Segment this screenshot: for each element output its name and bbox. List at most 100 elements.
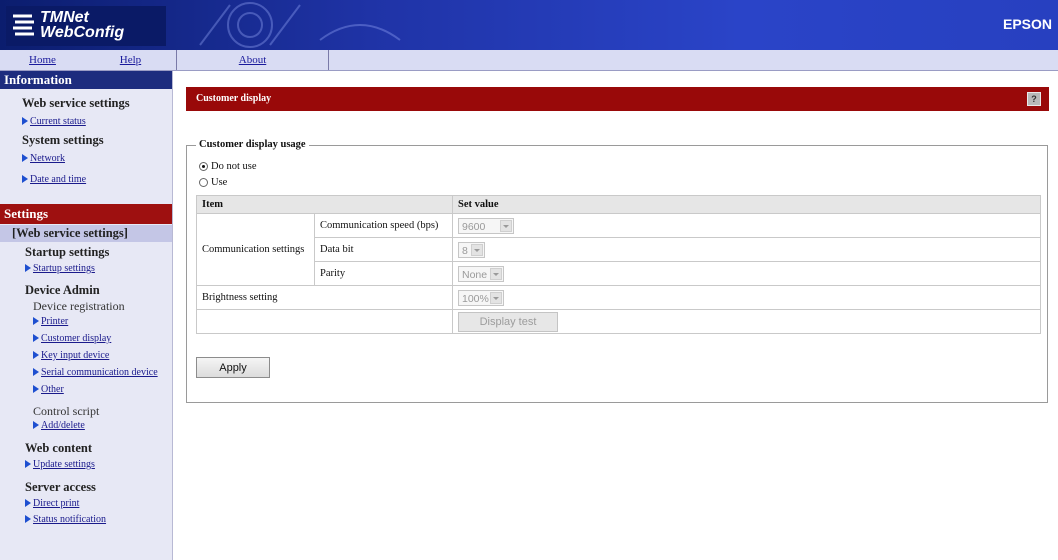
sidebar-server-access-heading: Server access (25, 480, 96, 494)
sidebar: Information Web service settings Current… (0, 71, 173, 560)
arrow-right-icon (25, 515, 31, 523)
arrow-right-icon (33, 421, 39, 429)
help-icon[interactable]: ? (1027, 92, 1041, 106)
arrow-right-icon (33, 385, 39, 393)
page-title-bar: Customer display ? (186, 87, 1049, 111)
arrow-right-icon (25, 264, 31, 272)
radio-do-not-use-row[interactable]: Do not use (199, 161, 257, 172)
sidebar-item-label: Current status (30, 116, 86, 127)
sidebar-control-script-label: Control script (33, 404, 100, 418)
nav-help-link[interactable]: Help (85, 50, 177, 70)
data-bit-value: 8 (462, 244, 468, 257)
sidebar-item-customer-display[interactable]: Customer display (33, 333, 111, 344)
sidebar-item-serial-comm[interactable]: Serial communication device (33, 367, 158, 378)
header-set-value: Set value (452, 195, 1041, 214)
brightness-value: 100% (462, 292, 489, 305)
sidebar-current-section: [Web service settings] (0, 225, 172, 242)
table-row: Communication settings Communication spe… (196, 213, 1041, 286)
sidebar-item-other[interactable]: Other (33, 384, 64, 395)
arrow-right-icon (33, 317, 39, 325)
sidebar-item-current-status[interactable]: Current status (22, 116, 86, 127)
sidebar-system-heading: System settings (22, 133, 104, 147)
comm-speed-cell: 9600 (452, 213, 1041, 238)
sidebar-item-label: Key input device (41, 350, 110, 361)
nav-about-link[interactable]: About (177, 50, 329, 70)
sidebar-item-key-input[interactable]: Key input device (33, 350, 109, 361)
chevron-down-icon (471, 243, 483, 256)
brand-name: EPSON (1002, 16, 1052, 32)
display-test-button[interactable]: Display test (458, 311, 558, 332)
logo-line-1: TMNet (40, 9, 89, 26)
sidebar-item-label: Serial communication device (41, 367, 158, 378)
table-row: Brightness setting 100% (196, 285, 1041, 310)
comm-settings-label: Communication settings (196, 213, 315, 286)
table-row: Display test (196, 309, 1041, 334)
display-test-cell: Display test (452, 309, 1041, 334)
sidebar-device-registration-label: Device registration (33, 299, 125, 313)
arrow-right-icon (33, 351, 39, 359)
sidebar-item-startup-settings[interactable]: Startup settings (25, 263, 95, 274)
sidebar-item-label: Customer display (41, 333, 112, 344)
sidebar-item-network[interactable]: Network (22, 153, 65, 164)
settings-table: Item Set value Communication settings Co… (196, 195, 1041, 334)
radio-do-not-use-label: Do not use (211, 161, 257, 172)
sidebar-web-service-heading: Web service settings (22, 96, 130, 110)
sidebar-item-direct-print[interactable]: Direct print (25, 498, 79, 509)
sidebar-web-content-heading: Web content (25, 441, 93, 455)
parity-value: None (462, 268, 488, 281)
chevron-down-icon (490, 291, 502, 304)
sidebar-item-update-settings[interactable]: Update settings (25, 459, 95, 470)
parity-label: Parity (314, 261, 453, 286)
radio-use-label: Use (211, 177, 228, 188)
arrow-right-icon (22, 154, 28, 162)
arrow-right-icon (22, 175, 28, 183)
sidebar-item-label: Update settings (33, 459, 95, 470)
table-header-row: Item Set value (196, 195, 1041, 214)
comm-speed-value: 9600 (462, 220, 486, 233)
radio-use[interactable] (199, 178, 208, 187)
logo-icon (13, 14, 34, 36)
header-decoration (199, 2, 401, 48)
sidebar-item-add-delete[interactable]: Add/delete (33, 420, 85, 431)
page-title: Customer display (196, 93, 272, 104)
sidebar-item-label: Status notification (33, 514, 107, 525)
data-bit-select[interactable]: 8 (458, 241, 485, 258)
nav-home-link[interactable]: Home (0, 50, 85, 70)
sidebar-item-label: Date and time (30, 174, 87, 185)
tmnet-logo: TMNet WebConfig (6, 6, 166, 46)
sidebar-item-printer[interactable]: Printer (33, 316, 68, 327)
data-bit-label: Data bit (314, 237, 453, 262)
chevron-down-icon (490, 267, 502, 280)
chevron-down-icon (500, 219, 512, 232)
arrow-right-icon (33, 334, 39, 342)
radio-use-row[interactable]: Use (199, 177, 227, 188)
sidebar-device-admin-heading: Device Admin (25, 283, 100, 297)
logo-text: TMNet WebConfig (40, 9, 125, 41)
empty-cell (196, 309, 453, 334)
header-item: Item (196, 195, 453, 214)
sidebar-item-label: Printer (41, 316, 69, 327)
sidebar-item-label: Direct print (33, 498, 80, 509)
brightness-cell: 100% (452, 285, 1041, 310)
apply-button[interactable]: Apply (196, 357, 270, 378)
parity-cell: None (452, 261, 1041, 286)
data-bit-cell: 8 (452, 237, 1041, 262)
logo-line-2: WebConfig (40, 24, 125, 41)
sidebar-item-label: Add/delete (41, 420, 85, 431)
comm-speed-label: Communication speed (bps) (314, 213, 453, 238)
brightness-select[interactable]: 100% (458, 289, 504, 306)
parity-select[interactable]: None (458, 265, 504, 282)
sidebar-settings-header: Settings (0, 204, 172, 224)
sidebar-item-label: Startup settings (33, 263, 95, 274)
table-row: Data bit 8 (197, 237, 1041, 262)
sidebar-information-header: Information (0, 71, 172, 89)
brightness-label: Brightness setting (196, 285, 453, 310)
app-header: TMNet WebConfig EPSON (0, 0, 1058, 50)
arrow-right-icon (25, 460, 31, 468)
arrow-right-icon (22, 117, 28, 125)
sidebar-item-label: Other (41, 384, 64, 395)
sidebar-item-date-time[interactable]: Date and time (22, 174, 86, 185)
comm-speed-select[interactable]: 9600 (458, 217, 514, 234)
sidebar-item-status-notification[interactable]: Status notification (25, 514, 106, 525)
radio-do-not-use[interactable] (199, 162, 208, 171)
